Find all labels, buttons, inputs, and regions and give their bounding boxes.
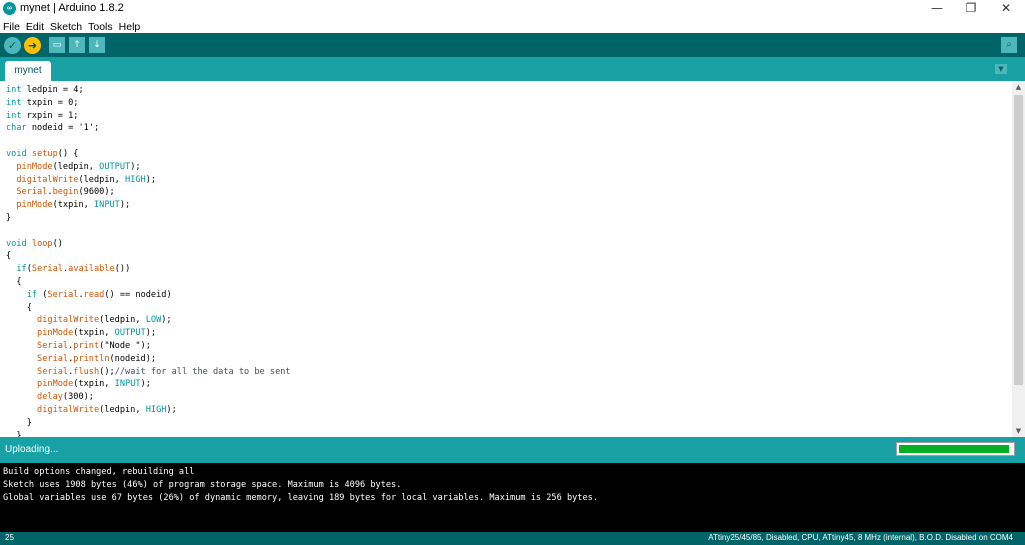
menu-tools[interactable]: Tools	[88, 20, 113, 34]
new-icon[interactable]: ▭	[49, 37, 65, 53]
code-editor[interactable]: int ledpin = 4; int txpin = 0; int rxpin…	[0, 81, 1012, 437]
status-text: Uploading...	[5, 444, 59, 455]
minimize-button[interactable]: —	[920, 0, 954, 17]
open-icon[interactable]: ↑	[69, 37, 85, 53]
progress-fill	[899, 445, 1009, 453]
console-lines: Build options changed, rebuilding all Ske…	[0, 463, 1025, 504]
upload-icon[interactable]: ➜	[24, 37, 41, 54]
toolbar: ✓ ➜ ▭ ↑ ↓ ⌕	[0, 33, 1025, 57]
status-bar: Uploading...	[0, 437, 1025, 463]
tab-mynet[interactable]: mynet	[5, 61, 51, 81]
menu-edit[interactable]: Edit	[26, 20, 44, 34]
console-line: Sketch uses 1908 bytes (46%) of program …	[3, 479, 402, 490]
scroll-thumb[interactable]	[1014, 95, 1023, 385]
close-button[interactable]: ✕	[989, 0, 1023, 17]
save-icon[interactable]: ↓	[89, 37, 105, 53]
menu-file[interactable]: File	[3, 20, 20, 34]
console-output[interactable]: Build options changed, rebuilding all Ske…	[0, 463, 1025, 532]
menu-sketch[interactable]: Sketch	[50, 20, 82, 34]
tab-menu-icon[interactable]: ▼	[995, 64, 1007, 74]
maximize-button[interactable]: ❐	[954, 0, 988, 17]
footer-bar: 25 ATtiny25/45/85, Disabled, CPU, ATtiny…	[0, 532, 1025, 545]
board-info: ATtiny25/45/85, Disabled, CPU, ATtiny45,…	[708, 533, 1013, 542]
tab-bar: mynet ▼	[0, 57, 1025, 81]
upload-progress-bar	[896, 442, 1015, 456]
verify-icon[interactable]: ✓	[4, 37, 21, 54]
serial-monitor-icon[interactable]: ⌕	[1001, 37, 1017, 53]
editor-scrollbar[interactable]: ▲ ▼	[1012, 81, 1025, 437]
title-bar: ∞ mynet | Arduino 1.8.2 — ❐ ✕	[0, 0, 1025, 17]
arduino-logo-icon: ∞	[3, 2, 16, 15]
console-line: Build options changed, rebuilding all	[3, 467, 195, 477]
code-text[interactable]: int ledpin = 4; int txpin = 0; int rxpin…	[0, 81, 1012, 437]
scroll-down-icon[interactable]: ▼	[1012, 425, 1025, 437]
scroll-up-icon[interactable]: ▲	[1012, 81, 1025, 93]
window-title: mynet | Arduino 1.8.2	[20, 2, 124, 14]
console-line: Global variables use 67 bytes (26%) of d…	[3, 492, 598, 503]
line-number: 25	[5, 533, 14, 542]
menu-help[interactable]: Help	[119, 20, 141, 34]
menu-bar: File Edit Sketch Tools Help	[0, 17, 1025, 33]
